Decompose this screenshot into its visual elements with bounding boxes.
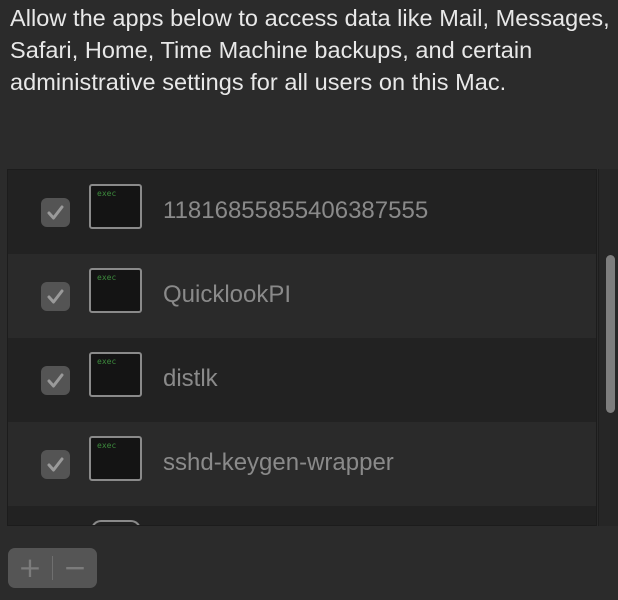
exec-icon: exec [89,352,142,397]
list-item[interactable]: exec sshd-keygen-wrapper [8,422,596,506]
scrollbar-thumb[interactable] [606,255,615,413]
exec-icon: exec [89,436,142,481]
app-name: QuicklookPI [163,281,292,308]
remove-button[interactable]: − [53,548,97,588]
list-item[interactable]: exec QuicklookPI [8,254,596,338]
exec-label: exec [97,441,117,450]
checkmark-icon [47,373,64,388]
exec-label: exec [97,273,117,282]
add-remove-control: + − [8,548,97,588]
exec-icon: exec [89,184,142,229]
list-item[interactable]: exec 1181685585540638755​5 [8,170,596,254]
checkmark-icon [47,289,64,304]
app-checkbox[interactable] [41,450,70,479]
exec-label: exec [97,189,117,198]
description-text: Allow the apps below to access data like… [10,5,610,95]
app-icon [91,520,141,525]
add-button[interactable]: + [8,548,52,588]
exec-label: exec [97,357,117,366]
app-checkbox[interactable] [41,198,70,227]
app-name: sshd-keygen-wrapper [163,449,394,476]
exec-icon: exec [89,268,142,313]
checkmark-icon [47,205,64,220]
list-item[interactable]: exec distlk [8,338,596,422]
app-checkbox[interactable] [41,282,70,311]
app-list: exec 1181685585540638755​5 exec Quickloo… [7,169,597,526]
scrollbar[interactable] [598,169,618,526]
app-checkbox[interactable] [41,366,70,395]
list-item[interactable] [8,506,596,525]
app-name: distlk [163,365,218,392]
checkmark-icon [47,457,64,472]
app-name: 1181685585540638755​5 [163,197,429,224]
